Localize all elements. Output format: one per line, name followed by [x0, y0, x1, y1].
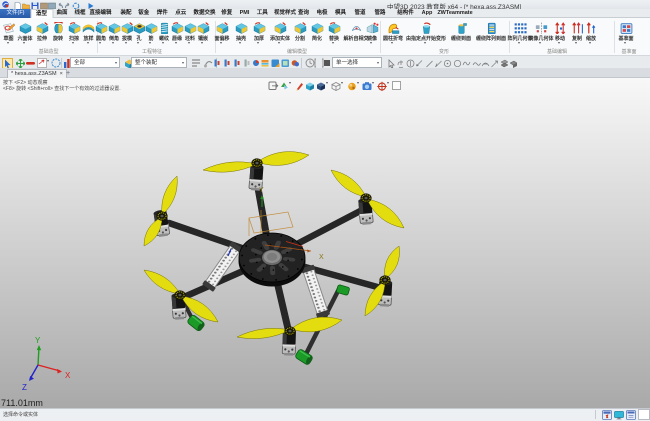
svg-text:Y: Y	[35, 336, 41, 345]
svg-text:X: X	[65, 371, 71, 380]
svg-text:Y: Y	[259, 187, 264, 194]
svg-text:X: X	[319, 254, 324, 261]
svg-text:Z: Z	[22, 383, 27, 392]
